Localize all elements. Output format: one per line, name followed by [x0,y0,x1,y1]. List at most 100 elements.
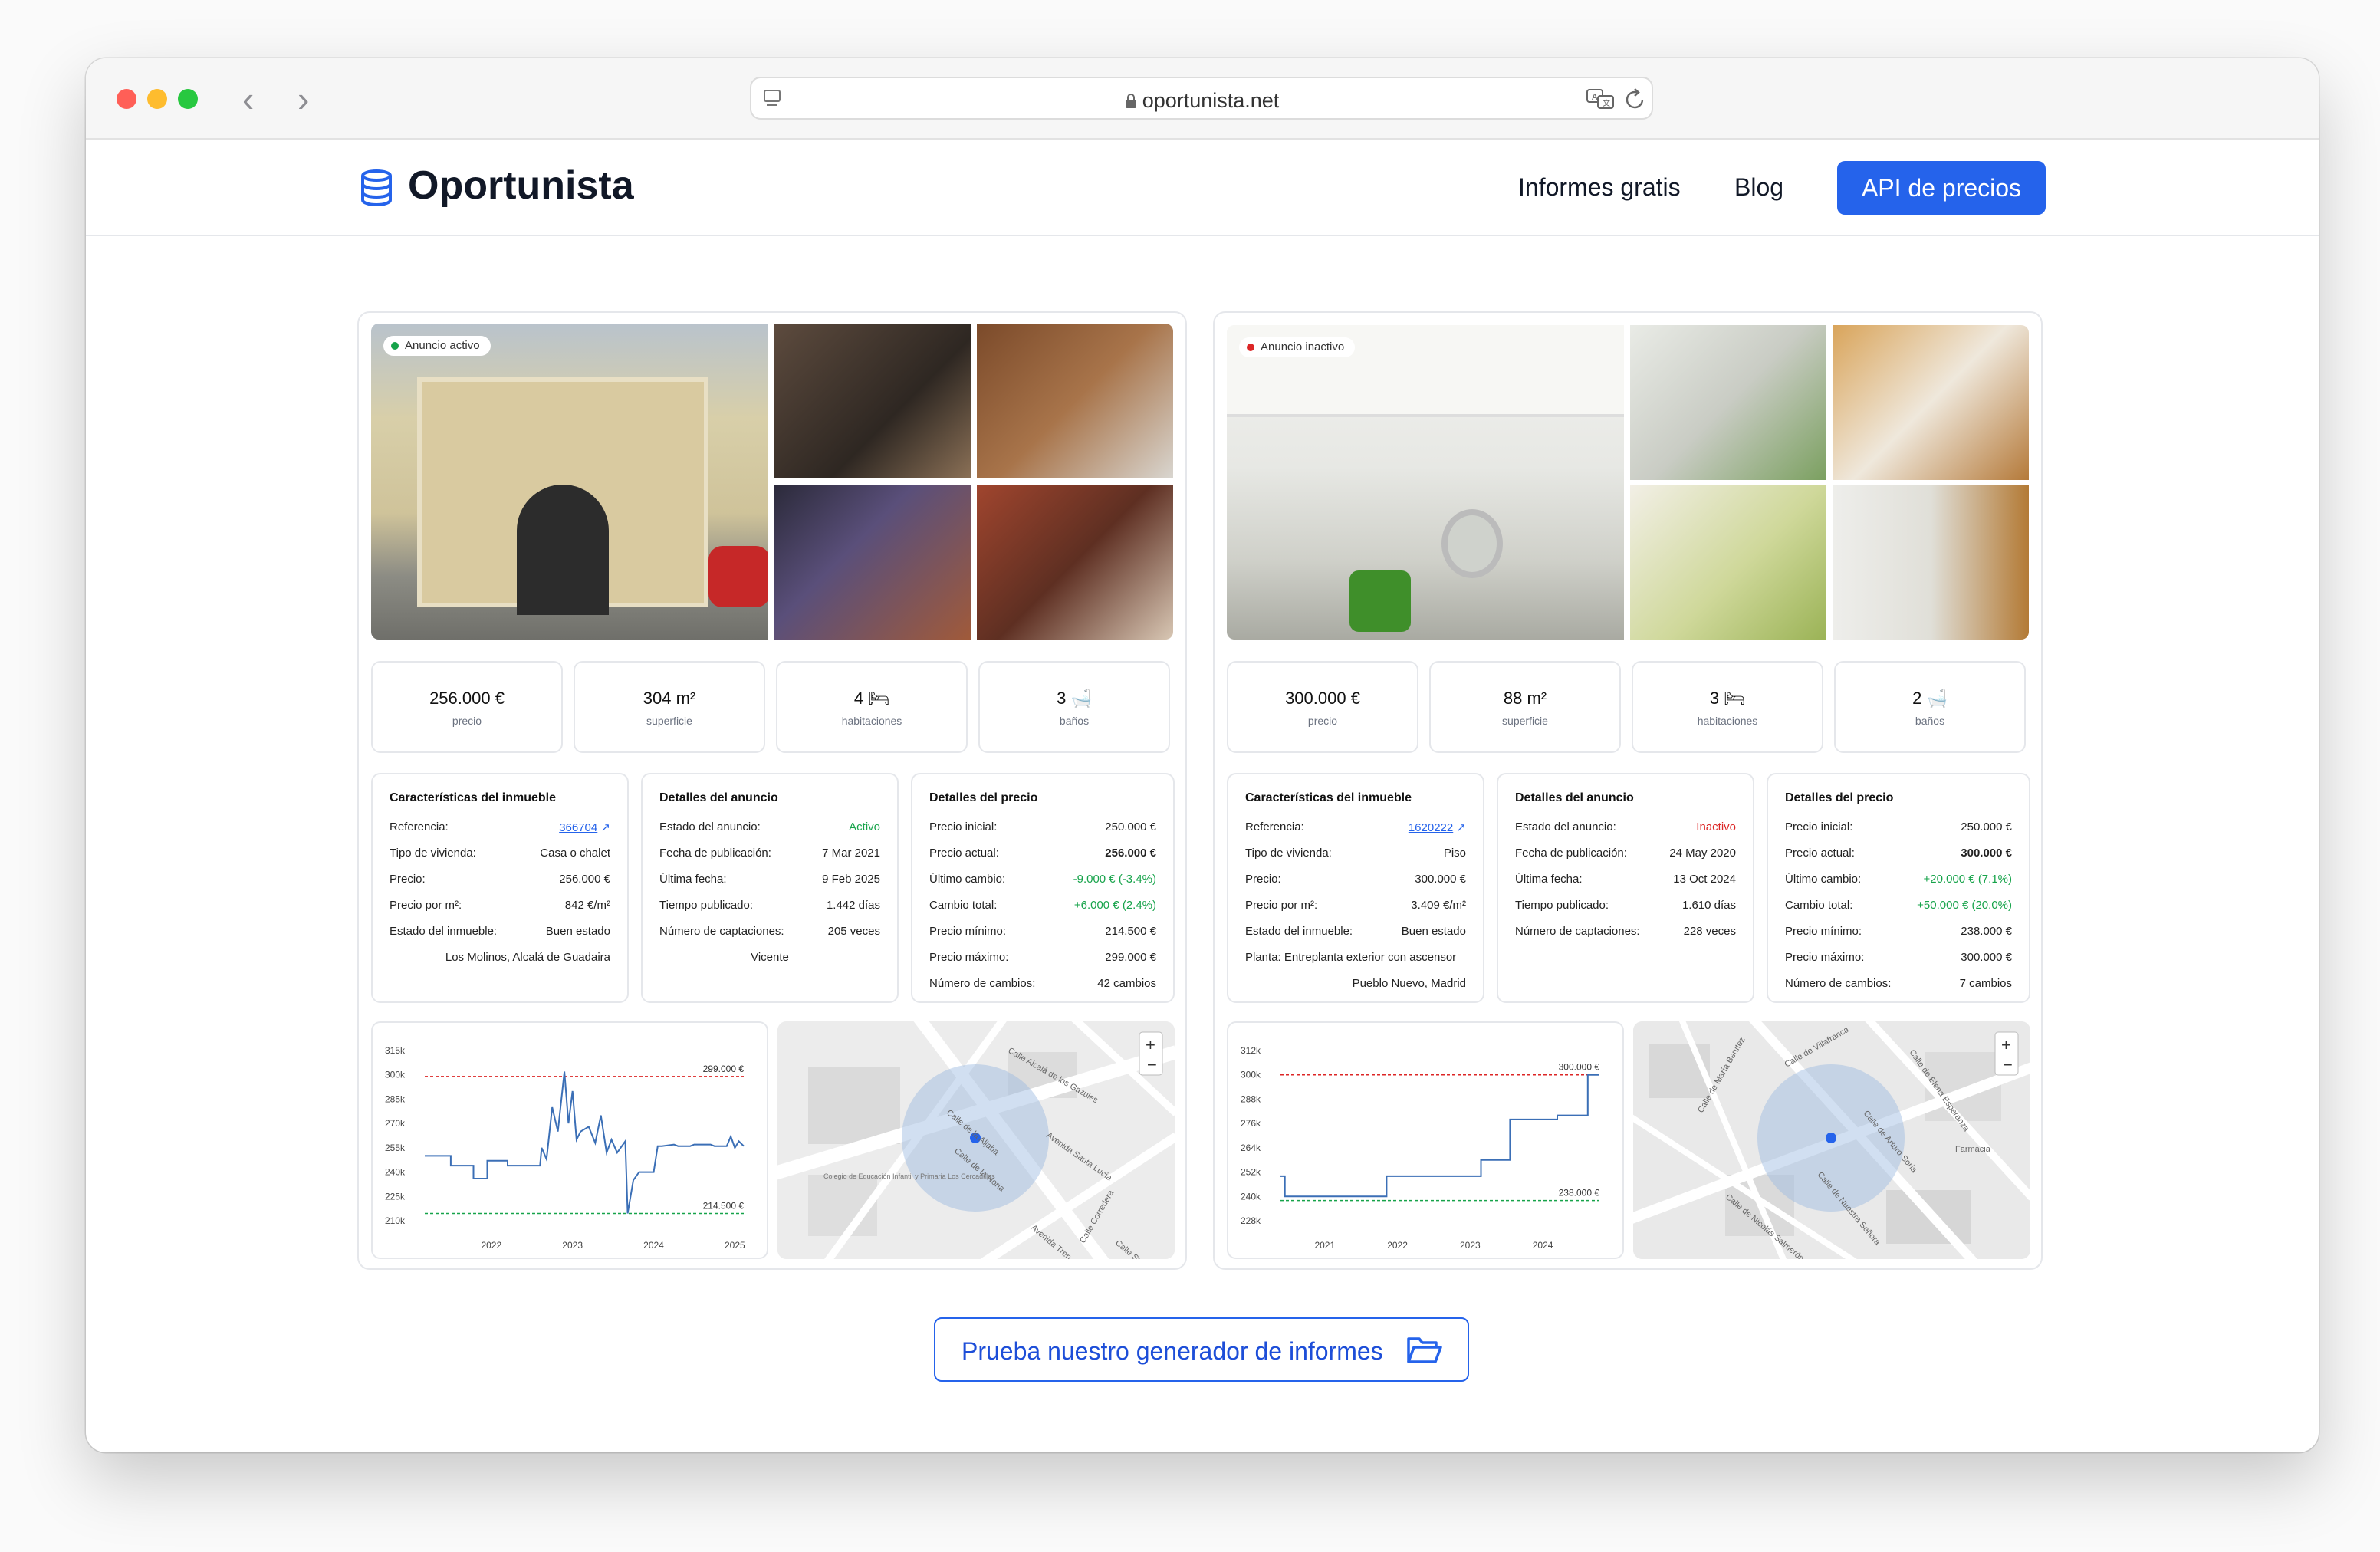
map-poi-label: Colegio de Educación Infantil y Primaria… [823,1172,995,1180]
bath-icon: 🛁 [1070,689,1092,708]
map-svg: Calle de Villafranca Calle de María Bení… [1633,1021,2030,1259]
stat-baths: 2 🛁 baños [1834,661,2026,753]
zoom-out-icon[interactable]: − [1147,1055,1157,1074]
x-tick-label: 2022 [481,1240,501,1251]
forward-arrow-icon[interactable]: › [298,81,309,117]
y-tick-label: 252k [1241,1167,1261,1178]
bed-icon: 🛏 [1724,689,1746,708]
location-text: Los Molinos, Alcalá de Guadaira [445,951,610,964]
stat-surface: 88 m² superficie [1429,661,1621,753]
y-tick-label: 255k [385,1143,406,1153]
y-tick-label: 240k [1241,1191,1261,1202]
y-tick-label: 225k [385,1191,406,1202]
y-tick-label: 264k [1241,1143,1261,1153]
folder-open-icon [1407,1337,1442,1363]
nav-informes-gratis[interactable]: Informes gratis [1518,173,1681,202]
listing-photo-main[interactable]: Anuncio activo [371,324,768,640]
zoom-out-icon[interactable]: − [2003,1055,2013,1074]
lock-icon [1125,94,1136,108]
y-tick-label: 240k [385,1167,406,1178]
reload-icon[interactable] [1624,87,1647,112]
bath-icon: 🛁 [1926,689,1948,708]
external-link-icon[interactable]: ↗ [1456,821,1466,834]
url-text: oportunista.net [1142,89,1280,112]
reference-link[interactable]: 366704 [559,821,597,834]
listing-photo-2[interactable] [774,324,971,478]
y-tick-label: 285k [385,1093,406,1104]
address-bar[interactable]: oportunista.net A 文 [750,77,1653,120]
y-tick-label: 300k [385,1070,406,1080]
stat-surface: 304 m² superficie [574,661,765,753]
y-tick-label: 276k [1241,1118,1261,1129]
price-details-panel: Detalles del precio Precio inicial: 250.0… [1767,773,2030,1003]
zoom-in-icon[interactable]: + [1146,1035,1155,1054]
listing-photo-4[interactable] [1630,485,1826,640]
price-chart-svg: 315k 300k 285k 270k 255k 240k 225k 210k 2022 2023… [385,1045,745,1251]
price-history-chart-1: 315k 300k 285k 270k 255k 240k 225k 210k 2022 2023… [371,1021,768,1259]
listing-photo-5[interactable] [977,485,1173,640]
stat-price: 300.000 € precio [1227,661,1418,753]
x-tick-label: 2025 [725,1240,745,1251]
location-map-2[interactable]: Calle de Villafranca Calle de María Bení… [1633,1021,2030,1259]
location-text: Pueblo Nuevo, Madrid [1352,977,1466,990]
listing-photo-3[interactable] [1833,325,2029,480]
translate-icon[interactable]: A 文 [1586,87,1616,110]
min-price-label: 238.000 € [1559,1188,1600,1199]
price-details-panel: Detalles del precio Precio inicial: 250.0… [911,773,1175,1003]
status-badge: Anuncio activo [383,336,491,356]
price-history-chart-2: 312k 300k 288k 276k 264k 252k 240k 228k 2021 2022… [1227,1021,1624,1259]
status-badge: Anuncio inactivo [1239,337,1356,357]
ad-details-panel: Detalles del anuncio Estado del anuncio:… [1497,773,1754,1003]
nav-blog[interactable]: Blog [1734,173,1783,202]
x-tick-label: 2024 [1533,1240,1553,1251]
y-tick-label: 288k [1241,1093,1261,1104]
y-tick-label: 315k [385,1045,406,1056]
reference-link[interactable]: 1620222 [1409,821,1453,834]
back-arrow-icon[interactable]: ‹ [242,81,254,117]
features-panel: Características del inmueble Referencia:… [371,773,629,1003]
site-logo[interactable]: Oportunista [408,163,634,209]
external-link-icon[interactable]: ↗ [600,821,610,834]
listing-card-2: Anuncio inactivo 300.000 € precio 88 m² su… [1213,311,2043,1270]
price-series-line [425,1071,745,1214]
minimize-window-button[interactable] [147,89,167,109]
x-tick-label: 2022 [1387,1240,1408,1251]
api-precios-button[interactable]: API de precios [1837,161,2046,215]
listing-photo-main[interactable]: Anuncio inactivo [1227,325,1624,640]
zoom-in-icon[interactable]: + [2001,1035,2011,1054]
agent-name: Vicente [751,951,789,964]
svg-text:A: A [1592,92,1598,102]
y-tick-label: 270k [385,1118,406,1129]
x-tick-label: 2023 [562,1240,583,1251]
listing-photo-4[interactable] [774,485,971,640]
listing-photo-3[interactable] [977,324,1173,478]
svg-text:文: 文 [1603,98,1610,108]
url-display: oportunista.net [751,89,1652,113]
stat-rooms: 4 🛏 habitaciones [776,661,968,753]
stat-price: 256.000 € precio [371,661,563,753]
browser-window: ‹ › oportunista.net A 文 Oportunista Info… [86,58,2319,1452]
location-map-1[interactable]: Calle Alcalá de los Gazules Avenida Sant… [777,1021,1175,1259]
zoom-window-button[interactable] [178,89,198,109]
listing-photo-5[interactable] [1833,485,2029,640]
ad-status: Activo [849,820,880,834]
report-generator-button[interactable]: Prueba nuestro generador de informes [934,1317,1469,1382]
stat-baths: 3 🛁 baños [978,661,1170,753]
listing-photo-2[interactable] [1630,325,1826,480]
y-tick-label: 210k [385,1215,406,1226]
close-window-button[interactable] [117,89,136,109]
bed-icon: 🛏 [868,689,890,708]
site-header: Oportunista Informes gratis Blog API de … [86,140,2319,236]
floor-text: Planta: Entreplanta exterior con ascenso… [1245,951,1457,964]
x-tick-label: 2021 [1314,1240,1335,1251]
listing-card-1: Anuncio activo 256.000 € precio 304 m² sup… [357,311,1187,1270]
browser-toolbar: ‹ › oportunista.net A 文 [86,58,2319,140]
ad-status: Inactivo [1696,820,1736,834]
map-poi-label: Farmacia [1955,1145,1991,1154]
max-price-label: 300.000 € [1559,1062,1600,1073]
min-price-label: 214.500 € [703,1200,745,1211]
ad-details-panel: Detalles del anuncio Estado del anuncio:… [641,773,899,1003]
features-panel: Características del inmueble Referencia:… [1227,773,1484,1003]
database-logo-icon [361,169,392,206]
stat-rooms: 3 🛏 habitaciones [1632,661,1823,753]
